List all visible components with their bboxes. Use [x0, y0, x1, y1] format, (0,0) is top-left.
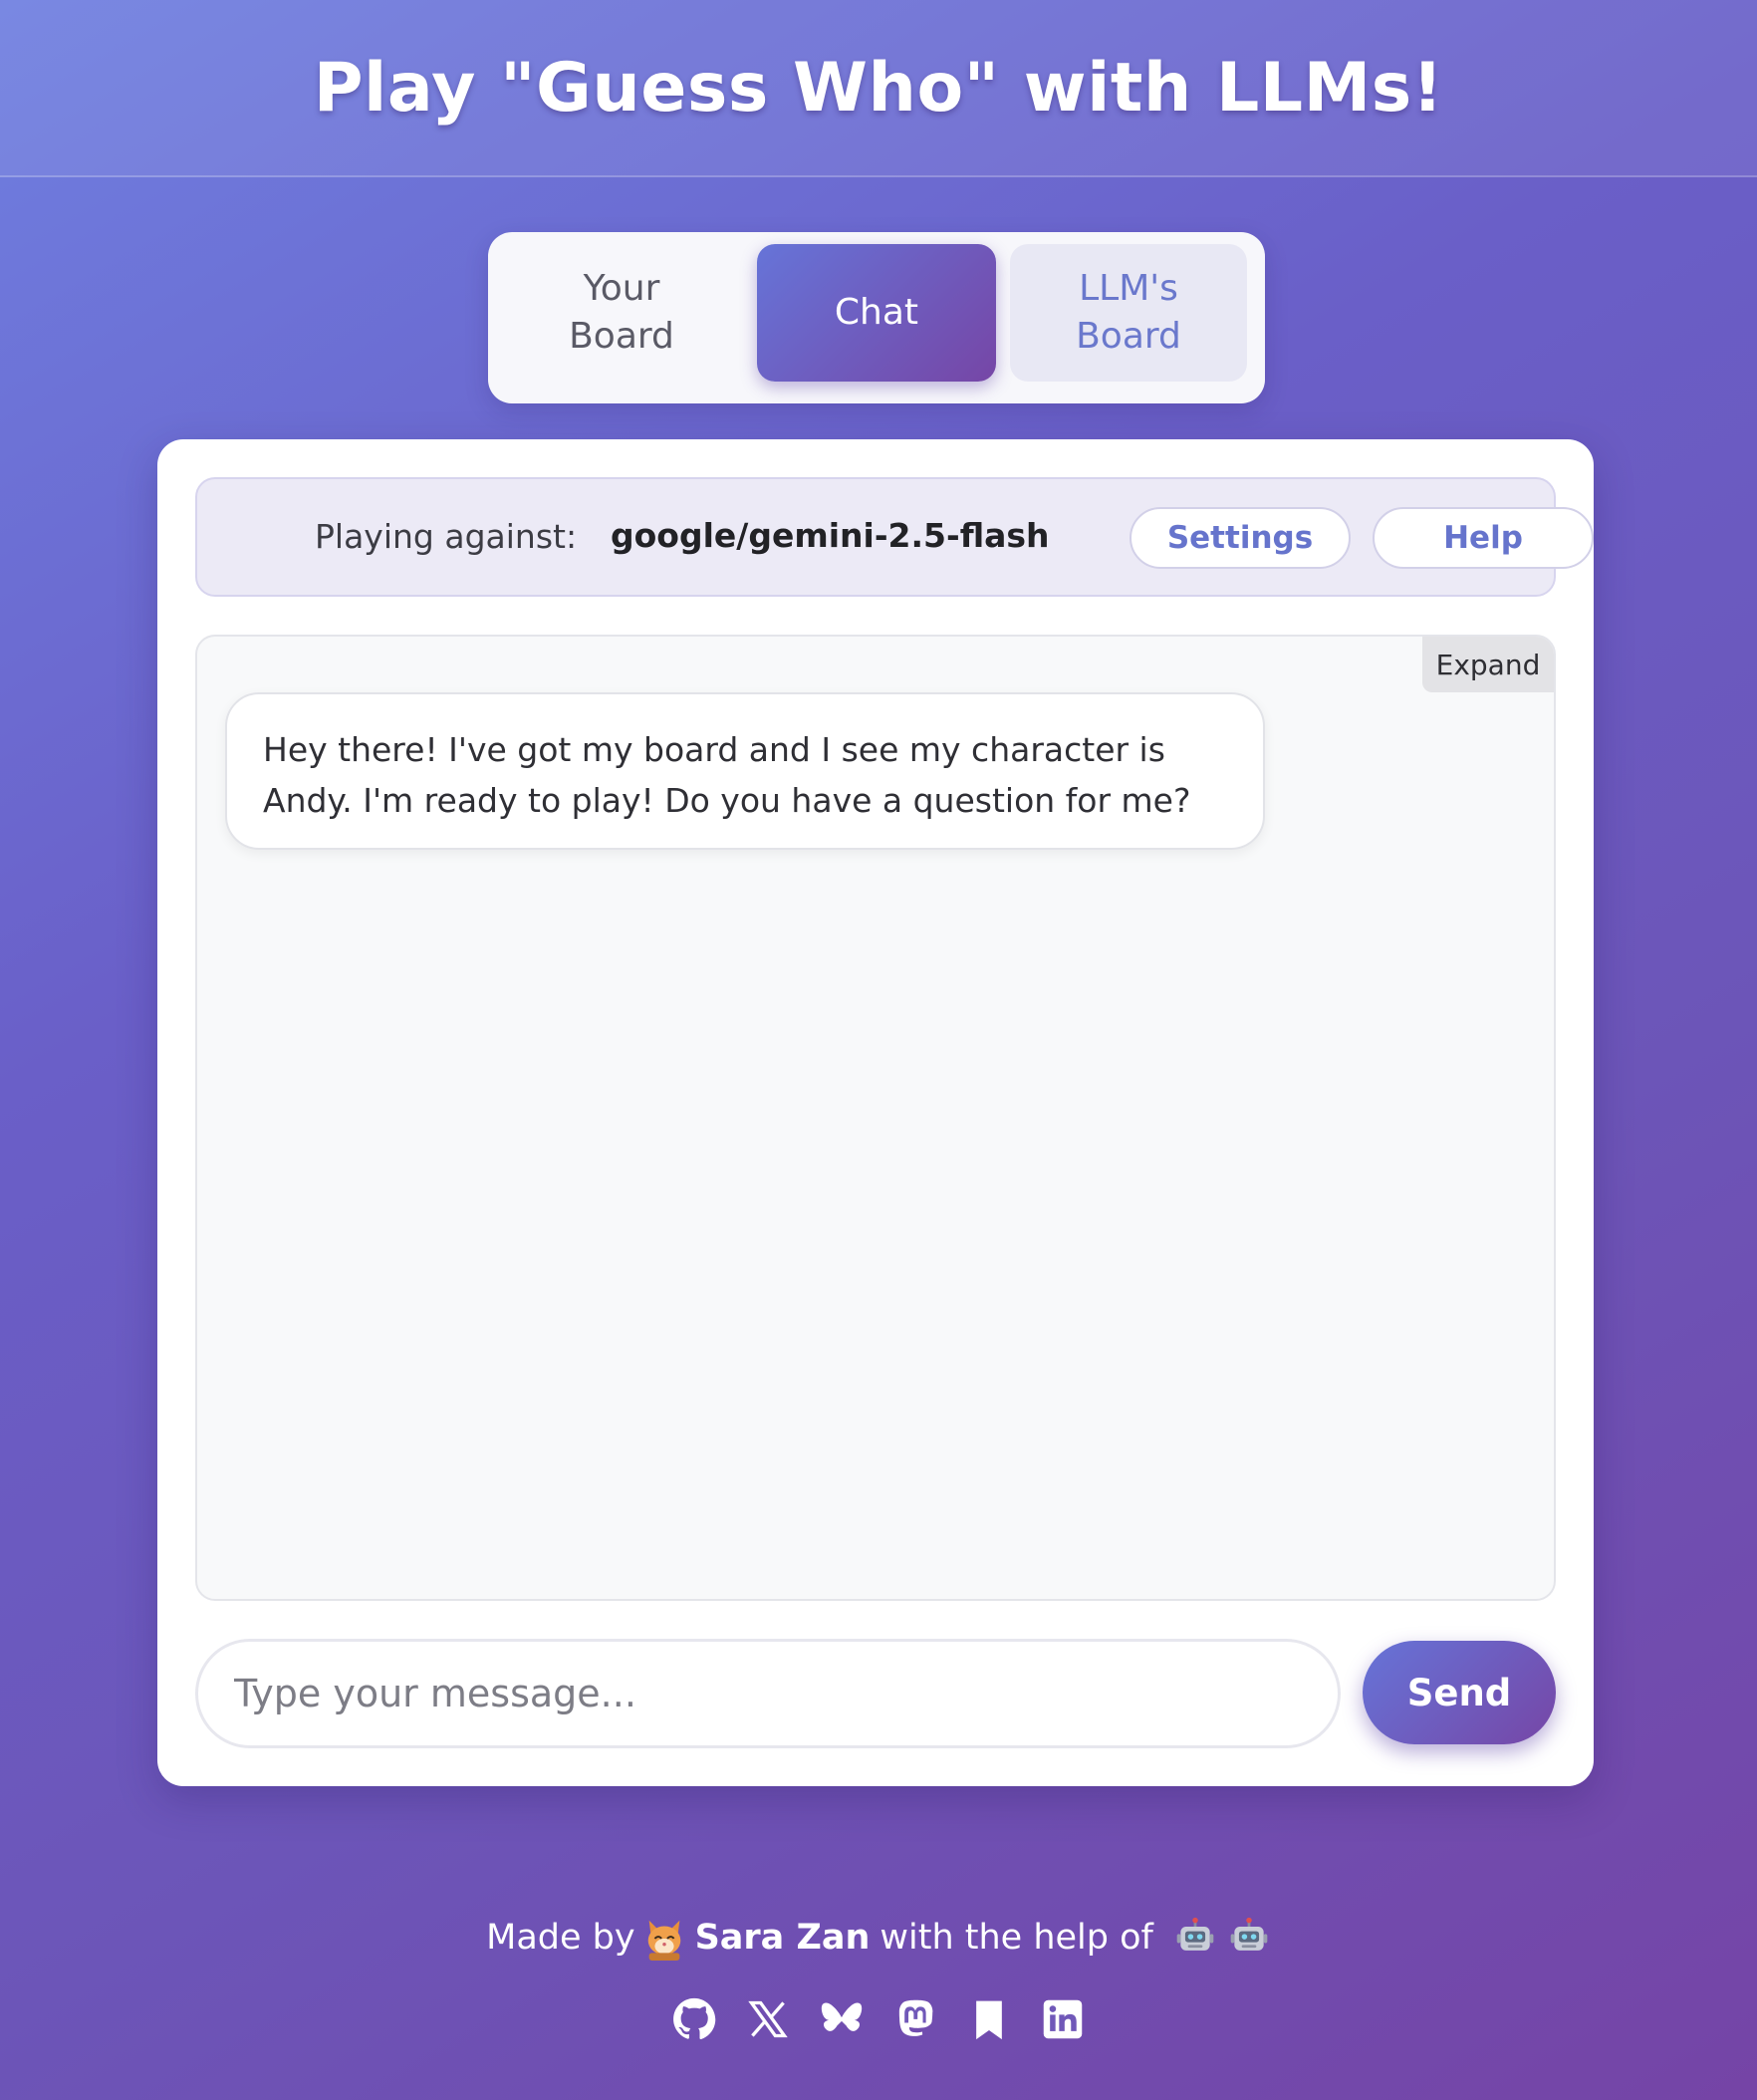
robot-icon: [1176, 1917, 1214, 1951]
playing-against-label: Playing against:: [315, 517, 578, 556]
tab-your-board[interactable]: Your Board: [502, 244, 741, 382]
expand-button[interactable]: Expand: [1422, 637, 1554, 692]
tab-your-board-label: Your Board: [569, 268, 674, 357]
app-header: Play "Guess Who" with LLMs!: [0, 0, 1757, 177]
bookmark-icon[interactable]: [966, 1996, 1012, 2042]
help-button[interactable]: Help: [1373, 507, 1594, 569]
settings-button[interactable]: Settings: [1130, 507, 1351, 569]
send-button[interactable]: Send: [1363, 1641, 1556, 1744]
linkedin-icon[interactable]: [1040, 1996, 1086, 2042]
tab-llm-board-label: LLM's Board: [1076, 268, 1181, 357]
tab-chat[interactable]: Chat: [757, 244, 996, 382]
cat-icon: [647, 1920, 680, 1961]
chat-messages-area[interactable]: Expand Hey there! I've got my board and …: [195, 635, 1556, 1601]
mastodon-icon[interactable]: [892, 1996, 938, 2042]
tab-chat-label: Chat: [834, 292, 919, 333]
view-tabs: Your Board Chat LLM's Board: [488, 232, 1265, 403]
author-link[interactable]: Sara Zan: [695, 1918, 871, 1958]
page-title: Play "Guess Who" with LLMs!: [313, 48, 1444, 128]
bluesky-icon[interactable]: [819, 1996, 865, 2042]
tab-llm-board[interactable]: LLM's Board: [1010, 244, 1247, 382]
assistant-message-bubble: Hey there! I've got my board and I see m…: [225, 692, 1265, 850]
footer-credit: Made by Sara Zan with the help of: [0, 1915, 1757, 1961]
message-input[interactable]: [195, 1639, 1341, 1748]
chat-card: Playing against: google/gemini-2.5-flash…: [157, 439, 1594, 1786]
github-icon[interactable]: [671, 1996, 717, 2042]
help-of-text: with the help of: [879, 1918, 1153, 1958]
robot-icon: [1230, 1917, 1268, 1951]
social-links: [0, 1996, 1757, 2042]
x-icon[interactable]: [745, 1996, 791, 2042]
made-by-text: Made by: [486, 1918, 635, 1958]
opponent-info-bar: Playing against: google/gemini-2.5-flash…: [195, 477, 1594, 597]
opponent-model-name: google/gemini-2.5-flash: [611, 516, 1050, 555]
